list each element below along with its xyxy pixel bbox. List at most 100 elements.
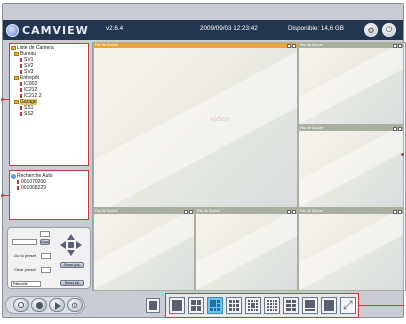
config-button[interactable]: ⚙ — [364, 23, 378, 37]
record-icon[interactable] — [398, 126, 402, 131]
camera-icon — [19, 88, 23, 92]
fullscreen-button[interactable]: ⤢ — [340, 297, 356, 314]
record-icon[interactable] — [189, 209, 193, 214]
layout-25-button[interactable] — [283, 297, 299, 314]
watermark: video — [210, 115, 230, 123]
playback-button[interactable] — [49, 298, 65, 312]
search-button[interactable] — [13, 298, 29, 312]
preset-clear-select[interactable]: Clear preset — [14, 267, 36, 272]
home-icon[interactable] — [68, 242, 74, 248]
go-button[interactable]: Gost — [40, 239, 50, 245]
settings-icon: ⚙ — [367, 25, 375, 35]
video-cell[interactable]: Pas de Source — [93, 208, 195, 291]
camera-icon — [19, 112, 23, 116]
set-preset-button[interactable]: Reset pos — [60, 262, 84, 268]
power-icon: ⏻ — [385, 25, 393, 34]
fullscreen-icon: ⤢ — [343, 298, 353, 312]
video-cell-main[interactable]: Pas de Source video — [93, 42, 298, 208]
layout-9-button[interactable] — [226, 297, 242, 314]
arrow-down-icon[interactable] — [67, 250, 75, 256]
camera-icon — [19, 82, 23, 86]
preset-go-select[interactable]: Go to preset — [14, 253, 36, 258]
preset-go-dropdown[interactable] — [41, 253, 51, 259]
layout-36-icon — [305, 300, 315, 311]
datetime-label: 2009/09/03 12:23:42 — [200, 25, 258, 32]
snapshot-icon[interactable] — [393, 126, 397, 131]
layout-wide-button[interactable] — [321, 297, 337, 314]
camera-icon — [19, 94, 23, 98]
record-icon[interactable] — [398, 43, 402, 48]
layout-16-button[interactable] — [264, 297, 280, 314]
layout-6-button[interactable] — [207, 297, 223, 314]
app-logo: CAMVIEW — [6, 22, 89, 38]
record-icon — [36, 302, 43, 309]
camera-icon — [19, 58, 23, 62]
video-cell[interactable]: Pas de Source — [298, 125, 404, 208]
folder-icon — [14, 76, 19, 80]
layout-4-button[interactable] — [188, 297, 204, 314]
callout-dot — [401, 153, 404, 156]
layout-13-button[interactable] — [245, 297, 261, 314]
callout-line — [359, 305, 404, 306]
layout-25-icon — [286, 300, 296, 311]
version-label: v2.6.4 — [106, 25, 124, 32]
disk-space-label: Disponible: 14,6 GB — [288, 25, 345, 32]
patrol-field[interactable]: Patrouille — [11, 281, 41, 287]
record-icon[interactable] — [398, 209, 402, 214]
layout-1-icon — [172, 300, 182, 311]
layout-single-button[interactable] — [146, 298, 160, 313]
settings-icon: ⚙ — [71, 301, 79, 310]
logo-icon — [6, 23, 19, 37]
cell-title: Pas de Source — [299, 126, 403, 131]
position-field[interactable] — [12, 239, 37, 245]
snapshot-icon[interactable] — [287, 43, 291, 48]
search-icon — [18, 302, 24, 308]
ptz-direction-pad — [60, 234, 82, 256]
found-camera[interactable]: 001068229 — [16, 185, 46, 191]
tree-camera[interactable]: SS2 — [19, 111, 33, 117]
folder-icon — [11, 46, 16, 50]
layout-6-icon — [210, 300, 220, 311]
callout-line — [3, 99, 9, 100]
callout-line — [3, 195, 9, 196]
video-cell[interactable]: Pas de Source — [298, 42, 404, 125]
playback-icon — [55, 302, 61, 310]
cell-title: Pas de Source — [299, 209, 403, 214]
folder-icon — [14, 100, 19, 104]
camera-icon — [16, 180, 20, 184]
layout-9-icon — [229, 300, 239, 311]
folder-icon — [14, 52, 19, 56]
camera-icon — [19, 70, 23, 74]
layout-1-button[interactable] — [169, 297, 185, 314]
scan-icon — [11, 173, 16, 179]
cell-title: Pas de Source — [94, 43, 297, 48]
record-icon[interactable] — [292, 209, 296, 214]
app-name: CAMVIEW — [22, 23, 89, 37]
speed-field[interactable] — [40, 231, 50, 237]
cell-title: Pas de Source — [196, 209, 297, 214]
layout-36-button[interactable] — [302, 297, 318, 314]
reset-button[interactable]: Reset init — [60, 280, 84, 286]
layout-1-icon — [149, 301, 157, 310]
layout-wide-icon — [324, 300, 334, 311]
layout-4-icon — [191, 300, 201, 311]
snapshot-icon[interactable] — [287, 209, 291, 214]
record-icon[interactable] — [292, 43, 296, 48]
layout-13-icon — [248, 300, 258, 311]
camera-icon — [16, 186, 20, 190]
snapshot-icon[interactable] — [393, 43, 397, 48]
snapshot-icon[interactable] — [184, 209, 188, 214]
arrow-right-icon[interactable] — [76, 241, 82, 249]
record-button[interactable] — [31, 298, 47, 312]
preset-clear-dropdown[interactable] — [41, 267, 51, 273]
snapshot-icon[interactable] — [393, 209, 397, 214]
camera-icon — [19, 64, 23, 68]
settings-button[interactable]: ⚙ — [67, 298, 83, 312]
power-button[interactable]: ⏻ — [382, 23, 396, 37]
cell-title: Pas de Source — [94, 209, 194, 214]
video-cell[interactable]: Pas de Source — [195, 208, 298, 291]
arrow-up-icon[interactable] — [67, 234, 75, 240]
video-cell[interactable]: Pas de Source — [298, 208, 404, 291]
arrow-left-icon[interactable] — [60, 241, 66, 249]
cell-title: Pas de Source — [299, 43, 403, 48]
